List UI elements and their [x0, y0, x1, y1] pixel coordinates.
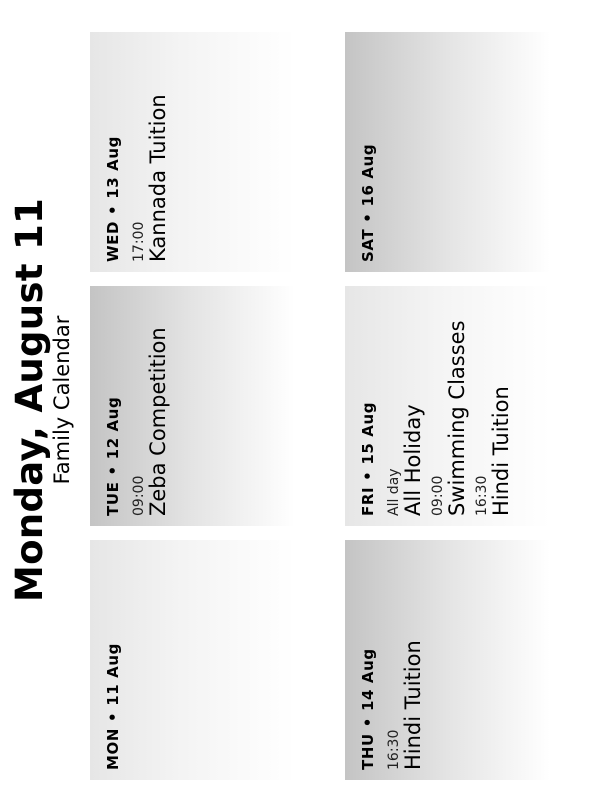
calendar-board: Monday, August 11 Family Calendar MON • …: [0, 0, 600, 800]
page-title: Monday, August 11: [8, 197, 51, 603]
separator: •: [104, 711, 122, 722]
day-header: THU • 14 Aug: [359, 550, 377, 770]
day-column-thu[interactable]: THU • 14 Aug 16:30 Hindi Tuition: [345, 540, 550, 780]
day-column-wed[interactable]: WED • 13 Aug 17:00 Kannada Tuition: [90, 32, 295, 272]
day-header: TUE • 12 Aug: [104, 296, 122, 516]
separator: •: [359, 470, 377, 481]
day-column-mon[interactable]: MON • 11 Aug: [90, 540, 295, 780]
day-header: WED • 13 Aug: [104, 42, 122, 262]
event-title: Hindi Tuition: [489, 386, 513, 516]
header: Monday, August 11 Family Calendar: [0, 0, 86, 800]
date-label: 12 Aug: [104, 396, 122, 460]
separator: •: [359, 717, 377, 728]
day-column-fri[interactable]: FRI • 15 Aug All day All Holiday 09:00 S…: [345, 286, 550, 526]
event-title: All Holiday: [401, 404, 425, 516]
separator: •: [104, 465, 122, 476]
event-item[interactable]: 16:30 Hindi Tuition: [386, 550, 425, 770]
event-item[interactable]: 16:30 Hindi Tuition: [474, 296, 513, 516]
day-header: FRI • 15 Aug: [359, 296, 377, 516]
event-time: All day: [386, 468, 402, 516]
day-header: SAT • 16 Aug: [359, 42, 377, 262]
calendar-name: Family Calendar: [50, 315, 74, 485]
separator: •: [359, 212, 377, 223]
date-label: 15 Aug: [359, 401, 377, 465]
event-time: 09:00: [430, 475, 446, 516]
weekday-label: THU: [359, 733, 377, 770]
day-header: MON • 11 Aug: [104, 550, 122, 770]
date-label: 16 Aug: [359, 143, 377, 207]
event-item[interactable]: 09:00 Swimming Classes: [430, 296, 469, 516]
separator: •: [104, 204, 122, 215]
date-label: 11 Aug: [104, 643, 122, 706]
event-time: 16:30: [386, 729, 402, 770]
event-item[interactable]: 09:00 Zeba Competition: [131, 296, 170, 516]
event-title: Hindi Tuition: [401, 640, 425, 770]
weekday-label: TUE: [104, 481, 122, 516]
weekday-label: MON: [104, 727, 122, 770]
day-column-tue[interactable]: TUE • 12 Aug 09:00 Zeba Competition: [90, 286, 295, 526]
event-item[interactable]: All day All Holiday: [386, 296, 425, 516]
weekday-label: FRI: [359, 486, 377, 516]
event-title: Zeba Competition: [146, 327, 170, 516]
event-item[interactable]: 17:00 Kannada Tuition: [131, 42, 170, 262]
event-time: 16:30: [474, 475, 490, 516]
weekday-label: WED: [104, 220, 122, 262]
event-time: 09:00: [131, 475, 147, 516]
event-title: Swimming Classes: [445, 320, 469, 516]
date-label: 13 Aug: [104, 136, 122, 199]
event-time: 17:00: [131, 221, 147, 262]
event-title: Kannada Tuition: [146, 94, 170, 262]
day-column-sat[interactable]: SAT • 16 Aug: [345, 32, 550, 272]
weekday-label: SAT: [359, 228, 377, 262]
date-label: 14 Aug: [359, 648, 377, 712]
